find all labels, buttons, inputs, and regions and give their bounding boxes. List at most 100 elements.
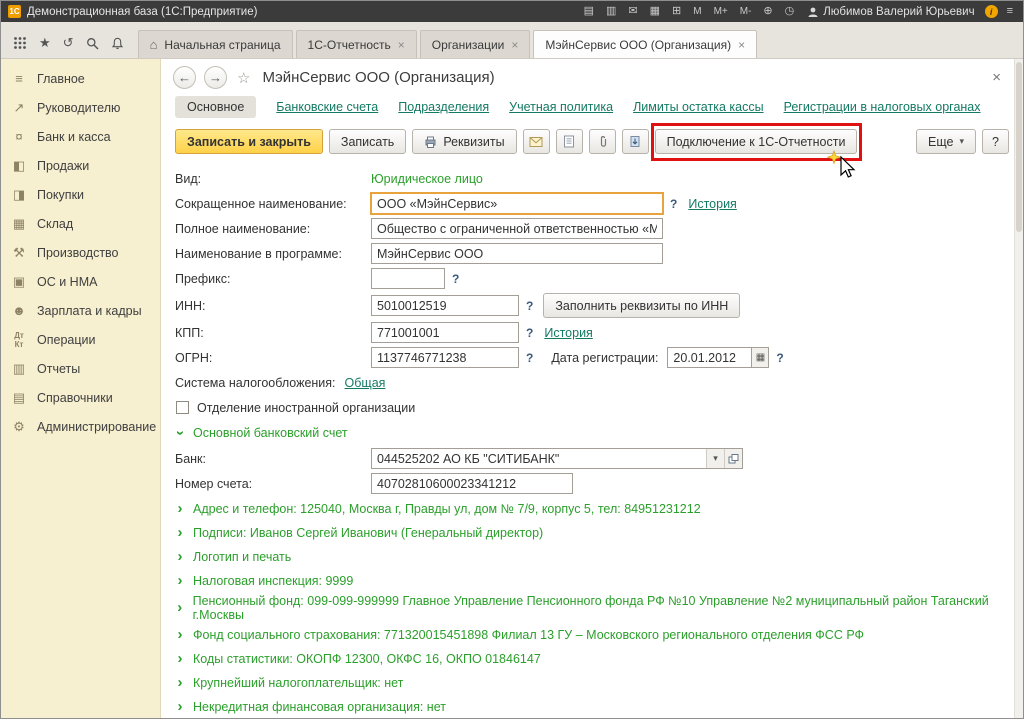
- sidebar-item-purchases[interactable]: ◨ Покупки: [1, 180, 160, 209]
- tax-system-link[interactable]: Общая: [345, 376, 386, 390]
- help-icon[interactable]: ?: [526, 299, 533, 313]
- section-largest-taxpayer[interactable]: › Крупнейший налогоплательщик: нет: [175, 672, 1009, 694]
- forward-button[interactable]: →: [204, 66, 227, 89]
- sidebar-item-warehouse[interactable]: ▦ Склад: [1, 209, 160, 238]
- full-name-input[interactable]: [371, 218, 663, 239]
- sidebar-item-administration[interactable]: ⚙ Администрирование: [1, 412, 160, 441]
- favorites-star-icon[interactable]: ★: [39, 36, 51, 50]
- close-form-icon[interactable]: ×: [992, 69, 1001, 86]
- zoom-icon[interactable]: ⊕: [760, 1, 775, 22]
- help-icon[interactable]: ?: [670, 197, 677, 211]
- calendar-icon[interactable]: ▦: [751, 347, 770, 368]
- fill-by-inn-button[interactable]: Заполнить реквизиты по ИНН: [543, 293, 741, 318]
- sidebar-item-bank-cash[interactable]: ¤ Банк и касса: [1, 122, 160, 151]
- printer-icon[interactable]: ▥: [603, 1, 619, 22]
- connect-1c-wrapper: Подключение к 1С-Отчетности: [650, 123, 863, 178]
- prefix-input[interactable]: [371, 268, 445, 289]
- section-logo-stamp[interactable]: › Логотип и печать: [175, 546, 1009, 568]
- program-name-input[interactable]: [371, 243, 663, 264]
- section-label: Основной банковский счет: [193, 426, 348, 440]
- memory-button[interactable]: M: [690, 6, 704, 17]
- favorite-star-icon[interactable]: ☆: [237, 69, 250, 87]
- tab-label: 1С-Отчетность: [307, 37, 391, 52]
- section-label: Фонд социального страхования: 7713200154…: [193, 628, 865, 642]
- sidebar-item-main[interactable]: ≡ Главное: [1, 64, 160, 93]
- open-item-icon[interactable]: [724, 449, 742, 468]
- sections-grid-icon[interactable]: [13, 36, 27, 50]
- tab-home-page[interactable]: ⌂ Начальная страница: [137, 30, 293, 58]
- tab-tax-registrations[interactable]: Регистрации в налоговых органах: [784, 100, 981, 114]
- sidebar-item-fixed-assets[interactable]: ▣ ОС и НМА: [1, 267, 160, 296]
- scrollbar-thumb[interactable]: [1016, 62, 1022, 232]
- help-icon[interactable]: ?: [776, 351, 783, 365]
- history-icon[interactable]: ↺: [63, 36, 74, 50]
- vertical-scrollbar[interactable]: [1014, 59, 1023, 718]
- tab-bank-accounts[interactable]: Банковские счета: [276, 100, 378, 114]
- help-icon[interactable]: ?: [526, 326, 533, 340]
- documents-icon[interactable]: ▦: [647, 1, 663, 22]
- current-user[interactable]: Любимов Валерий Юрьевич: [807, 5, 975, 18]
- main-menu-icon[interactable]: ≡: [1004, 1, 1016, 22]
- note-button[interactable]: [555, 129, 583, 154]
- tab-close-icon[interactable]: ×: [511, 38, 518, 52]
- tab-accounting-policy[interactable]: Учетная политика: [509, 100, 613, 114]
- sidebar-item-directories[interactable]: ▤ Справочники: [1, 383, 160, 412]
- tab-cash-limits[interactable]: Лимиты остатка кассы: [633, 100, 763, 114]
- short-name-history-link[interactable]: История: [688, 197, 736, 211]
- bank-input[interactable]: [372, 449, 706, 468]
- tab-close-icon[interactable]: ×: [738, 38, 745, 52]
- dropdown-arrow-icon[interactable]: ▾: [706, 449, 724, 468]
- tab-close-icon[interactable]: ×: [398, 38, 405, 52]
- sidebar-item-sales[interactable]: ◧ Продажи: [1, 151, 160, 180]
- tab-mainservice-organization[interactable]: МэйнСервис ООО (Организация) ×: [533, 30, 758, 58]
- help-button[interactable]: ?: [982, 129, 1009, 154]
- monitor-icon[interactable]: ▤: [581, 1, 597, 22]
- sidebar-item-salary-hr[interactable]: ☻ Зарплата и кадры: [1, 296, 160, 325]
- reg-date-input[interactable]: [667, 347, 752, 368]
- short-name-input[interactable]: [371, 193, 663, 214]
- ogrn-input[interactable]: [371, 347, 519, 368]
- sidebar-item-reports[interactable]: ▥ Отчеты: [1, 354, 160, 383]
- clock-icon[interactable]: ◷: [782, 1, 798, 22]
- section-pension-fund[interactable]: › Пенсионный фонд: 099-099-999999 Главное…: [175, 594, 1009, 622]
- foreign-branch-checkbox[interactable]: [176, 401, 189, 414]
- section-tax-inspection[interactable]: › Налоговая инспекция: 9999: [175, 570, 1009, 592]
- connect-1c-reporting-button[interactable]: Подключение к 1С-Отчетности: [654, 129, 858, 154]
- sidebar-item-operations[interactable]: Дт Кт Операции: [1, 325, 160, 354]
- memory-minus-button[interactable]: M-: [737, 6, 755, 17]
- info-icon[interactable]: i: [984, 5, 998, 18]
- notifications-bell-icon[interactable]: [111, 37, 124, 50]
- more-button[interactable]: Еще ▾: [916, 129, 976, 154]
- help-icon[interactable]: ?: [452, 272, 459, 286]
- calculator-icon[interactable]: ⊞: [669, 1, 684, 22]
- section-main-bank-account[interactable]: › Основной банковский счет: [172, 422, 1009, 444]
- sidebar-item-production[interactable]: ⚒ Производство: [1, 238, 160, 267]
- help-icon[interactable]: ?: [526, 351, 533, 365]
- load-button[interactable]: [621, 129, 649, 154]
- save-and-close-button[interactable]: Записать и закрыть: [175, 129, 323, 154]
- section-signatures[interactable]: › Подписи: Иванов Сергей Иванович (Генера…: [175, 522, 1009, 544]
- kpp-input[interactable]: [371, 322, 519, 343]
- attachments-button[interactable]: [588, 129, 616, 154]
- tab-organizations[interactable]: Организации ×: [419, 30, 531, 58]
- account-number-input[interactable]: [371, 473, 573, 494]
- back-button[interactable]: ←: [173, 66, 196, 89]
- mail-icon[interactable]: ✉: [625, 1, 640, 22]
- section-social-insurance[interactable]: › Фонд социального страхования: 771320015…: [175, 624, 1009, 646]
- sidebar-item-manager[interactable]: ↗ Руководителю: [1, 93, 160, 122]
- section-statistics-codes[interactable]: › Коды статистики: ОКОПФ 12300, ОКФС 16, …: [175, 648, 1009, 670]
- memory-plus-button[interactable]: M+: [711, 6, 731, 17]
- inn-input[interactable]: [371, 295, 519, 316]
- requisites-button[interactable]: Реквизиты: [412, 129, 517, 154]
- kpp-history-link[interactable]: История: [544, 326, 592, 340]
- tab-main[interactable]: Основное: [175, 96, 257, 118]
- tab-1c-reporting[interactable]: 1С-Отчетность ×: [295, 30, 417, 58]
- search-icon[interactable]: [86, 37, 99, 50]
- section-address-phone[interactable]: › Адрес и телефон: 125040, Москва г, Прав…: [175, 498, 1009, 520]
- save-button[interactable]: Записать: [328, 129, 407, 154]
- mail-button[interactable]: [522, 129, 550, 154]
- user-name: Любимов Валерий Юрьевич: [823, 5, 975, 18]
- tab-departments[interactable]: Подразделения: [398, 100, 489, 114]
- chevron-right-icon: ›: [177, 500, 183, 517]
- section-non-credit-org[interactable]: › Некредитная финансовая организация: нет: [175, 696, 1009, 718]
